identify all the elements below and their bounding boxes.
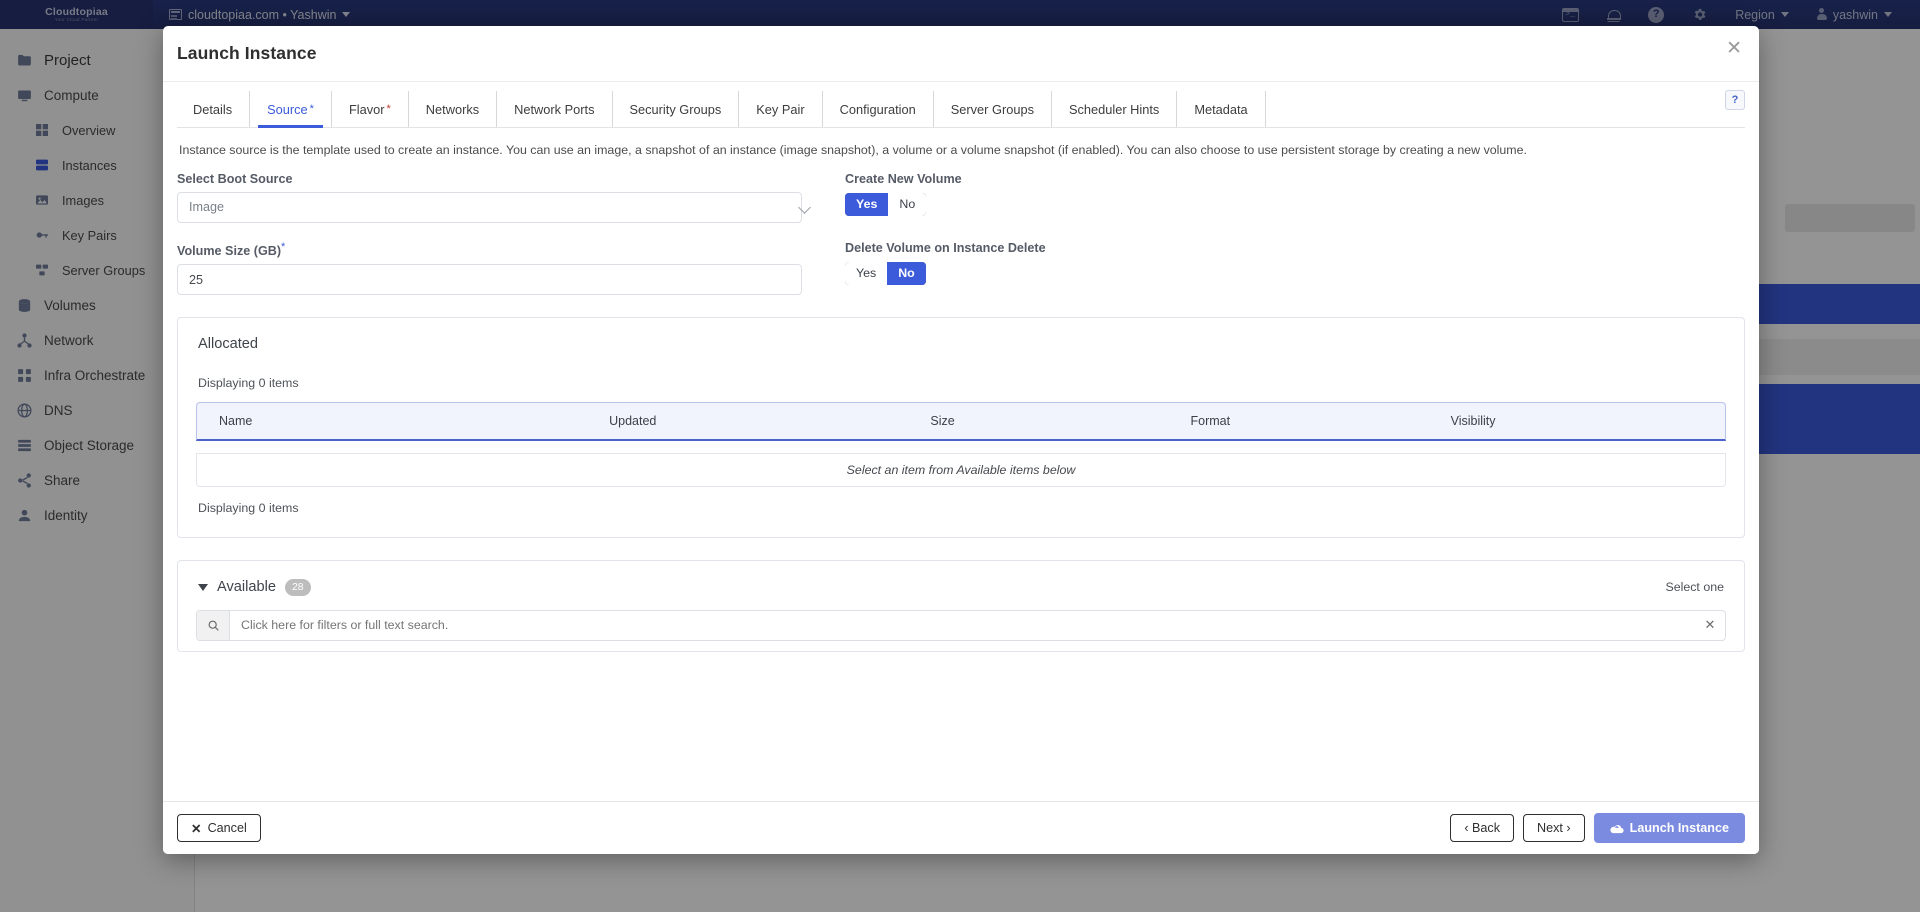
volume-size-input[interactable] <box>177 264 802 296</box>
tab-label: Server Groups <box>950 101 1034 117</box>
cancel-label: Cancel <box>207 821 247 835</box>
create-new-volume-yes[interactable]: Yes <box>845 192 889 216</box>
page-title: Launch Instance <box>177 43 317 63</box>
column-header-name[interactable]: Name <box>196 402 610 442</box>
modal-header: Launch Instance ✕ <box>163 26 1759 82</box>
delete-volume-toggle[interactable]: Yes No <box>845 261 926 285</box>
modal-body: Instance source is the template used to … <box>163 128 1759 801</box>
available-panel: Available 28 Select one ✕ <box>177 560 1745 652</box>
close-icon[interactable]: ✕ <box>1726 39 1742 58</box>
available-header[interactable]: Available 28 Select one <box>196 577 1726 596</box>
required-marker: * <box>386 102 391 115</box>
delete-volume-yes[interactable]: Yes <box>845 261 888 285</box>
available-title: Available <box>217 579 276 596</box>
volume-size-label-text: Volume Size (GB) <box>177 244 282 259</box>
delete-volume-no[interactable]: No <box>887 261 926 285</box>
required-marker: * <box>281 240 286 253</box>
launch-instance-modal: Launch Instance ✕ ? Details Source * Flav… <box>163 26 1759 854</box>
tab-label: Source <box>267 101 308 117</box>
available-count-badge: 28 <box>284 579 311 596</box>
allocated-title: Allocated <box>198 336 259 353</box>
table-header-row: Name Updated Size Format Visibility <box>196 402 1726 442</box>
chevron-down-icon[interactable] <box>198 583 208 591</box>
boot-source-select[interactable] <box>177 191 802 223</box>
tab-details[interactable]: Details <box>175 91 251 127</box>
tab-label: Metadata <box>1194 101 1248 117</box>
create-new-volume-label: Create New Volume <box>845 171 962 186</box>
delete-volume-field: Delete Volume on Instance Delete Yes No <box>845 241 1745 285</box>
modal-footer: ✕ Cancel ‹ Back Next › Launch Instance <box>163 801 1759 854</box>
tab-metadata[interactable]: Metadata <box>1177 91 1266 127</box>
allocated-count-top: Displaying 0 items <box>198 376 299 391</box>
delete-volume-label: Delete Volume on Instance Delete <box>845 240 1046 255</box>
tab-security-groups[interactable]: Security Groups <box>613 91 740 127</box>
tab-source[interactable]: Source * <box>250 91 332 128</box>
volume-size-label: Volume Size (GB)* <box>177 240 827 259</box>
column-header-updated[interactable]: Updated <box>609 402 931 442</box>
table-header: Name Updated Size Format Visibility <box>196 402 1726 442</box>
boot-source-field: Select Boot Source <box>177 172 827 223</box>
allocated-table: Name Updated Size Format Visibility <box>196 402 1726 442</box>
boot-source-select-wrap <box>177 191 827 223</box>
next-button[interactable]: Next › <box>1523 814 1585 842</box>
form-column-right: Create New Volume Yes No Delete Volume o… <box>827 172 1745 295</box>
tab-label: Key Pair <box>756 101 805 117</box>
modal-tabs: Details Source * Flavor * Networks Network… <box>163 91 1759 128</box>
tab-key-pair[interactable]: Key Pair <box>739 91 823 127</box>
close-icon: ✕ <box>191 821 202 836</box>
tab-label: Networks <box>425 101 480 117</box>
source-description: Instance source is the template used to … <box>179 143 1527 157</box>
tab-server-groups[interactable]: Server Groups <box>934 91 1052 127</box>
select-one-hint: Select one <box>1665 580 1724 595</box>
tab-configuration[interactable]: Configuration <box>823 91 934 127</box>
tab-scheduler-hints[interactable]: Scheduler Hints <box>1052 91 1178 127</box>
column-header-visibility[interactable]: Visibility <box>1450 402 1726 442</box>
search-input[interactable] <box>230 610 1695 640</box>
allocated-panel: Allocated Displaying 0 items Name Update… <box>177 317 1745 539</box>
tab-label: Network Ports <box>514 101 595 117</box>
column-header-size[interactable]: Size <box>930 402 1191 442</box>
back-button[interactable]: ‹ Back <box>1450 814 1515 842</box>
create-new-volume-no[interactable]: No <box>888 192 927 216</box>
tab-flavor[interactable]: Flavor * <box>332 91 409 127</box>
boot-source-label: Select Boot Source <box>177 171 293 186</box>
cancel-button[interactable]: ✕ Cancel <box>177 814 261 842</box>
source-form: Select Boot Source Volume Size (GB)* <box>177 164 1745 296</box>
help-icon[interactable]: ? <box>1725 90 1745 110</box>
tab-label: Flavor <box>348 101 385 117</box>
tab-label: Configuration <box>839 101 916 117</box>
launch-instance-button[interactable]: Launch Instance <box>1593 813 1745 843</box>
tab-label: Scheduler Hints <box>1068 101 1160 117</box>
required-marker: * <box>309 102 314 115</box>
create-new-volume-toggle[interactable]: Yes No <box>845 192 927 216</box>
cloud-upload-icon <box>1610 823 1624 834</box>
clear-icon[interactable]: ✕ <box>1695 611 1725 640</box>
tab-network-ports[interactable]: Network Ports <box>497 91 613 127</box>
tab-label: Details <box>193 101 233 117</box>
tab-networks[interactable]: Networks <box>409 91 498 127</box>
column-header-format[interactable]: Format <box>1190 402 1451 442</box>
form-column-left: Select Boot Source Volume Size (GB)* <box>177 172 827 296</box>
create-new-volume-field: Create New Volume Yes No <box>845 172 1745 216</box>
available-search-bar[interactable]: ✕ <box>196 609 1726 641</box>
launch-label: Launch Instance <box>1629 821 1729 835</box>
allocated-count-bottom: Displaying 0 items <box>198 501 299 516</box>
tab-label: Security Groups <box>629 101 722 117</box>
search-icon <box>197 610 230 640</box>
footer-actions: ‹ Back Next › Launch Instance <box>1450 813 1745 843</box>
volume-size-field: Volume Size (GB)* <box>177 240 827 296</box>
allocated-empty-row: Select an item from Available items belo… <box>196 453 1726 488</box>
